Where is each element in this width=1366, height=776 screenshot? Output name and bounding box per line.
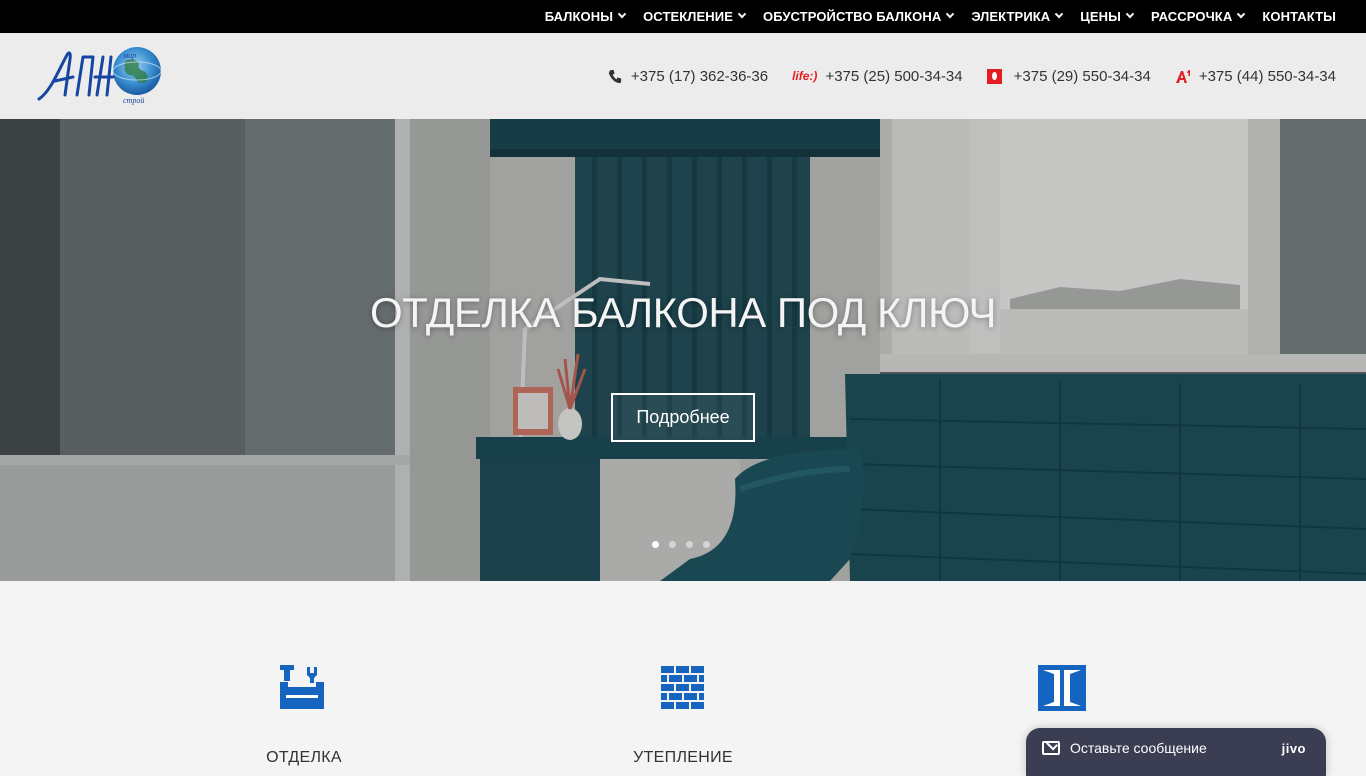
slider-dot-1[interactable] (652, 541, 659, 548)
chevron-down-icon (737, 9, 747, 18)
site-logo[interactable]: мир строй (37, 47, 165, 105)
nav-item-label: КОНТАКТЫ (1262, 9, 1336, 24)
phone-mts[interactable]: +375 (29) 550-34-34 (986, 67, 1151, 85)
chat-label: Оставьте сообщение (1070, 740, 1207, 756)
site-header: мир строй +375 (17) 362-36-36 life:) +37… (0, 33, 1366, 119)
logo-emblem: мир строй (37, 47, 162, 105)
chevron-down-icon (946, 9, 955, 18)
phone-number: +375 (17) 362-36-36 (630, 67, 769, 85)
toolbox-icon (280, 665, 324, 709)
nav-item-label: БАЛКОНЫ (544, 9, 614, 24)
phone-landline[interactable]: +375 (17) 362-36-36 (608, 68, 768, 85)
hero-title: ОТДЕЛКА БАЛКОНА ПОД КЛЮЧ (369, 289, 997, 336)
main-menu: БАЛКОНЫ ОСТЕКЛЕНИЕ ОБУСТРОЙСТВО БАЛКОНА … (527, 0, 1336, 33)
hero-background-image (0, 119, 1366, 581)
mts-logo-icon (986, 68, 1002, 84)
chevron-down-icon (1055, 9, 1064, 18)
slider-dot-2[interactable] (669, 541, 676, 548)
service-label: УТЕПЛЕНИЕ (633, 749, 733, 766)
service-label: ОТДЕЛКА (266, 749, 342, 766)
phone-a1[interactable]: +375 (44) 550-34-34 (1175, 68, 1336, 85)
chevron-down-icon (1237, 9, 1246, 18)
phone-number: +375 (44) 550-34-34 (1198, 67, 1336, 85)
nav-item-label: ОБУСТРОЙСТВО БАЛКОНА (763, 9, 942, 24)
service-otdelka[interactable]: ОТДЕЛКА (204, 665, 404, 767)
nav-item-label: ОСТЕКЛЕНИЕ (643, 9, 733, 24)
phone-list: +375 (17) 362-36-36 life:) +375 (25) 500… (584, 33, 1336, 119)
chat-widget[interactable]: Оставьте сообщение jivo (1026, 728, 1326, 776)
nav-item-osteklenie[interactable]: ОСТЕКЛЕНИЕ (643, 9, 747, 24)
phone-life[interactable]: life:) +375 (25) 500-34-34 (792, 68, 963, 85)
phone-handset-icon (608, 69, 623, 84)
nav-item-tseny[interactable]: ЦЕНЫ (1080, 9, 1135, 24)
life-logo-icon: life:) (792, 69, 818, 83)
more-details-button[interactable]: Подробнее (611, 393, 755, 442)
brick-wall-icon (661, 666, 704, 709)
slider-dot-4[interactable] (703, 541, 710, 548)
nav-item-label: ЦЕНЫ (1080, 9, 1121, 24)
nav-item-label: ЭЛЕКТРИКА (971, 9, 1051, 24)
envelope-icon (1042, 741, 1060, 755)
slider-dot-3[interactable] (686, 541, 693, 548)
nav-item-kontakty[interactable]: КОНТАКТЫ (1262, 9, 1336, 24)
nav-item-elektrika[interactable]: ЭЛЕКТРИКА (971, 9, 1064, 24)
service-uteplenie[interactable]: УТЕПЛЕНИЕ (583, 665, 783, 767)
window-icon (1038, 665, 1086, 711)
chevron-down-icon (1125, 9, 1135, 18)
hero-slider: ОТДЕЛКА БАЛКОНА ПОД КЛЮЧ Подробнее (0, 119, 1366, 581)
logo-word-top: мир (122, 51, 136, 60)
chevron-down-icon (617, 9, 627, 18)
slider-pagination (652, 541, 720, 548)
top-nav-bar: БАЛКОНЫ ОСТЕКЛЕНИЕ ОБУСТРОЙСТВО БАЛКОНА … (0, 0, 1366, 33)
nav-item-balkony[interactable]: БАЛКОНЫ (544, 9, 627, 24)
nav-item-rassrochka[interactable]: РАССРОЧКА (1150, 9, 1246, 24)
phone-number: +375 (29) 550-34-34 (1013, 67, 1151, 85)
nav-item-obustroystvo[interactable]: ОБУСТРОЙСТВО БАЛКОНА (763, 9, 955, 24)
logo-word-bottom: строй (123, 96, 144, 105)
jivo-logo: jivo (1281, 741, 1306, 756)
phone-number: +375 (25) 500-34-34 (825, 67, 963, 85)
a1-logo-icon (1175, 69, 1191, 84)
nav-item-label: РАССРОЧКА (1150, 9, 1233, 24)
